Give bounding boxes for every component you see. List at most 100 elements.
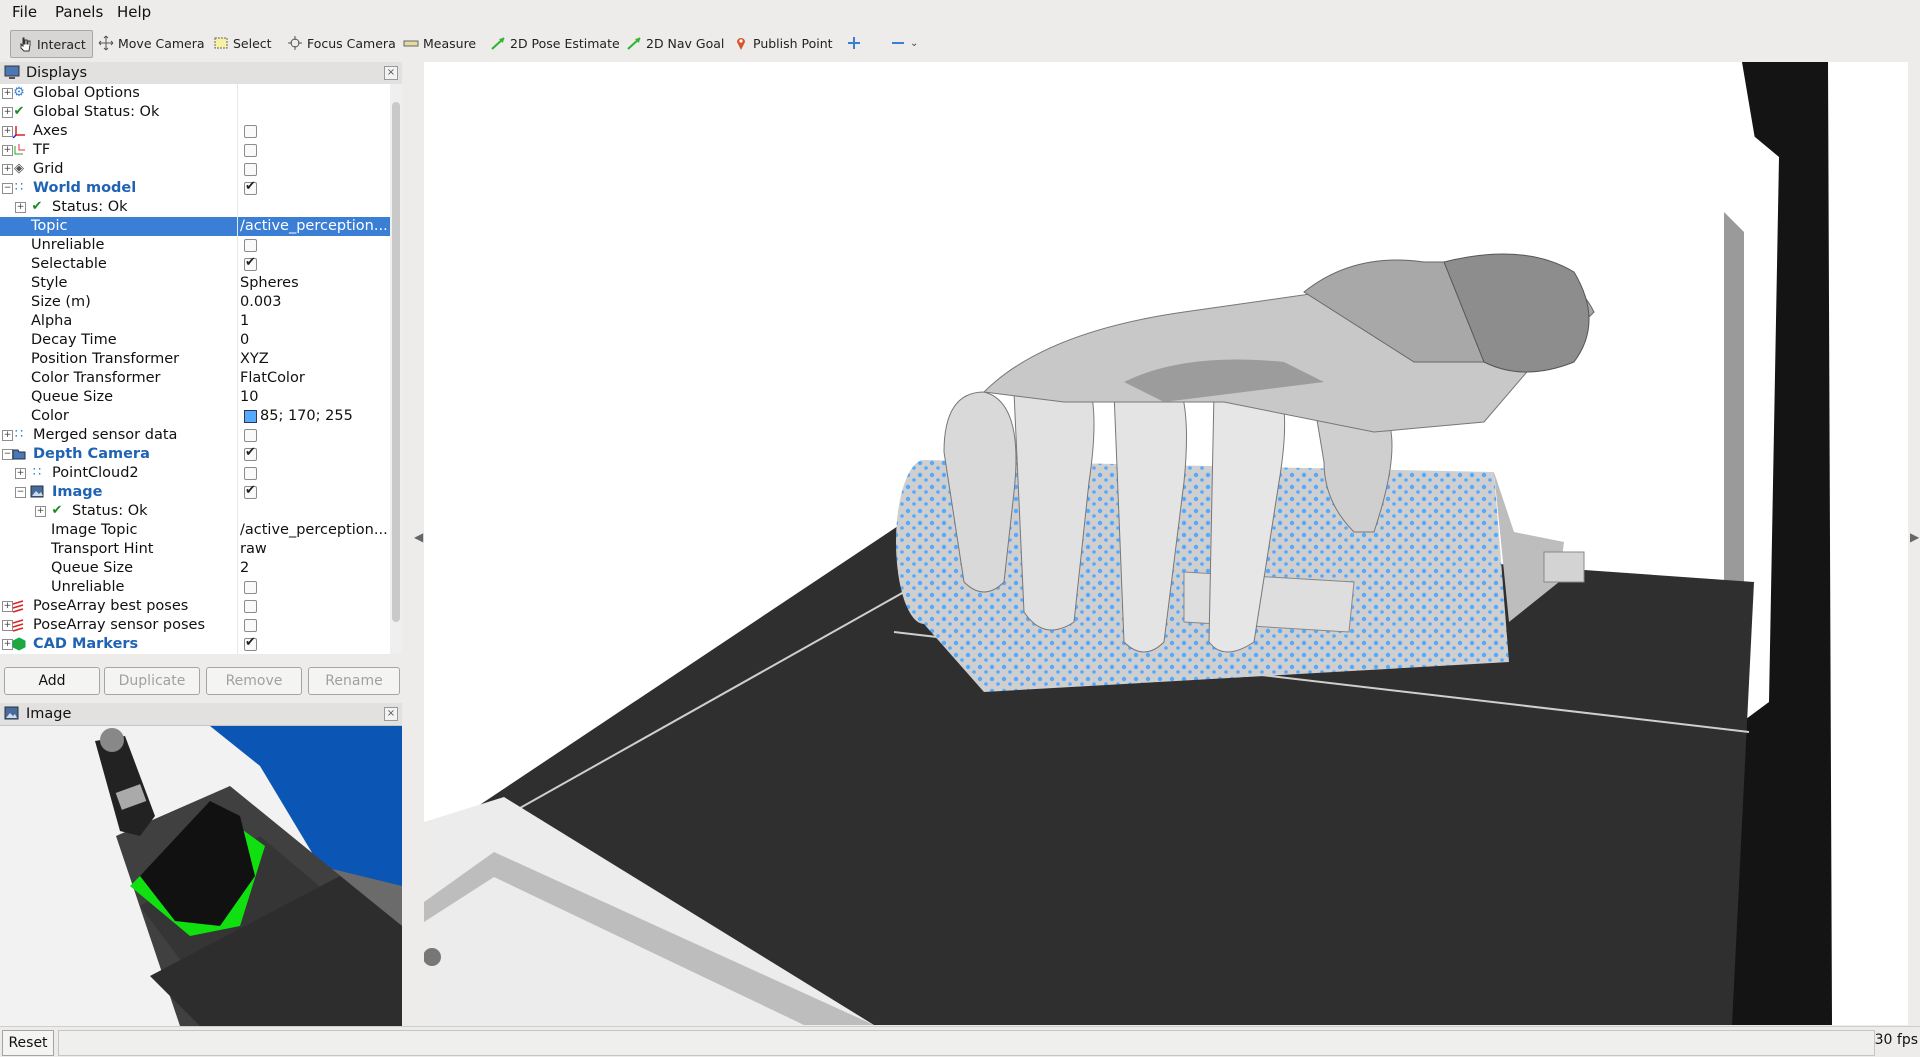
green-arrow-icon: [490, 35, 506, 51]
image-unreliable-checkbox[interactable]: [244, 581, 257, 594]
tree-row-queue-size[interactable]: Queue Size 10: [0, 388, 390, 407]
color-swatch[interactable]: [244, 410, 257, 423]
nav-goal-tool-button[interactable]: 2D Nav Goal: [626, 30, 724, 56]
tree-row-posearray-best[interactable]: + PoseArray best poses: [0, 597, 390, 616]
unreliable-checkbox[interactable]: [244, 239, 257, 252]
move-arrows-icon: [98, 35, 114, 51]
tree-row-color[interactable]: Color 85; 170; 255: [0, 407, 390, 426]
pose-array-icon: [12, 618, 26, 632]
pose-array-icon: [12, 599, 26, 613]
menu-panels[interactable]: Panels: [55, 3, 103, 21]
add-tool-button[interactable]: [846, 30, 866, 56]
duplicate-button[interactable]: Duplicate: [104, 667, 200, 695]
tree-row-pointcloud2[interactable]: + ∷ PointCloud2: [0, 464, 390, 483]
tree-row-global-status[interactable]: + ✔ Global Status: Ok: [0, 103, 390, 122]
interact-tool-button[interactable]: Interact: [10, 30, 93, 58]
toolbar: Interact Move Camera Select Focus Camera…: [0, 24, 1920, 60]
column-divider: [237, 84, 238, 654]
tree-row-selectable[interactable]: Selectable: [0, 255, 390, 274]
tree-row-world-model[interactable]: − ∷ World model: [0, 179, 390, 198]
remove-button[interactable]: Remove: [206, 667, 302, 695]
world-model-checkbox[interactable]: [244, 179, 257, 195]
tree-row-depth-camera[interactable]: − Depth Camera: [0, 445, 390, 464]
selectable-checkbox[interactable]: [244, 255, 257, 271]
tree-row-tf[interactable]: + TF: [0, 141, 390, 160]
tree-row-transport-hint[interactable]: Transport Hint raw: [0, 540, 390, 559]
measure-tool-button[interactable]: Measure: [403, 30, 476, 56]
cube-icon: [12, 637, 26, 651]
cad-markers-checkbox[interactable]: [244, 635, 257, 651]
expand-icon[interactable]: +: [15, 202, 26, 213]
posearray-best-checkbox[interactable]: [244, 600, 257, 613]
image-icon: [4, 706, 19, 724]
tree-row-status[interactable]: + ✔ Status: Ok: [0, 198, 390, 217]
collapse-icon[interactable]: −: [15, 487, 26, 498]
tree-row-position-transformer[interactable]: Position Transformer XYZ: [0, 350, 390, 369]
rename-button[interactable]: Rename: [308, 667, 400, 695]
pointcloud2-checkbox[interactable]: [244, 467, 257, 480]
pointcloud-icon: ∷: [14, 180, 24, 195]
focus-camera-tool-button[interactable]: Focus Camera: [287, 30, 396, 56]
tree-row-global-options[interactable]: + ⚙ Global Options: [0, 84, 390, 103]
tree-row-unreliable[interactable]: Unreliable: [0, 236, 390, 255]
tree-row-topic[interactable]: Topic /active_perception...: [0, 217, 390, 236]
tree-row-axes[interactable]: + Axes: [0, 122, 390, 141]
gear-icon: ⚙: [13, 85, 25, 100]
status-message-field: [58, 1030, 1875, 1056]
remove-tool-dropdown[interactable]: ⌄: [890, 30, 918, 56]
displays-panel-title: Displays: [26, 65, 88, 81]
displays-scrollbar[interactable]: [390, 84, 402, 654]
move-camera-tool-button[interactable]: Move Camera: [98, 30, 205, 56]
axes-checkbox[interactable]: [244, 125, 257, 138]
tree-row-image-topic[interactable]: Image Topic /active_perception...: [0, 521, 390, 540]
minus-icon: [890, 35, 906, 51]
tree-row-grid[interactable]: + ◈ Grid: [0, 160, 390, 179]
expand-icon[interactable]: +: [35, 506, 46, 517]
image-checkbox[interactable]: [244, 483, 257, 499]
tree-row-merged-sensor-data[interactable]: + ∷ Merged sensor data: [0, 426, 390, 445]
tree-row-posearray-sensor[interactable]: + PoseArray sensor poses: [0, 616, 390, 635]
checkmark-icon: ✔: [31, 199, 43, 214]
tree-row-image-unreliable[interactable]: Unreliable: [0, 578, 390, 597]
add-button[interactable]: Add: [4, 667, 100, 695]
expand-icon[interactable]: +: [15, 468, 26, 479]
tree-row-style[interactable]: Style Spheres: [0, 274, 390, 293]
3d-scene: [424, 62, 1908, 1025]
folder-icon: [12, 447, 26, 461]
checkmark-icon: ✔: [51, 503, 63, 518]
ruler-icon: [403, 35, 419, 51]
tree-row-image-status[interactable]: + ✔ Status: Ok: [0, 502, 390, 521]
pose-estimate-tool-button[interactable]: 2D Pose Estimate: [490, 30, 620, 56]
tree-row-decay-time[interactable]: Decay Time 0: [0, 331, 390, 350]
close-icon[interactable]: ×: [384, 66, 398, 80]
3d-viewport[interactable]: [424, 62, 1908, 1025]
menu-help[interactable]: Help: [117, 3, 151, 21]
displays-panel-header: Displays ×: [0, 62, 402, 85]
scrollbar-thumb[interactable]: [392, 102, 400, 622]
map-pin-icon: [733, 35, 749, 51]
tree-row-alpha[interactable]: Alpha 1: [0, 312, 390, 331]
menu-file[interactable]: File: [12, 3, 37, 21]
collapse-right-arrow-icon[interactable]: ▶: [1910, 530, 1919, 544]
grid-checkbox[interactable]: [244, 163, 257, 176]
merged-sensor-checkbox[interactable]: [244, 429, 257, 442]
tf-checkbox[interactable]: [244, 144, 257, 157]
hand-pointer-icon: [17, 36, 33, 52]
tree-row-color-transformer[interactable]: Color Transformer FlatColor: [0, 369, 390, 388]
tree-row-size[interactable]: Size (m) 0.003: [0, 293, 390, 312]
tree-row-image-queue-size[interactable]: Queue Size 2: [0, 559, 390, 578]
publish-point-tool-button[interactable]: Publish Point: [733, 30, 833, 56]
displays-tree: + ⚙ Global Options + ✔ Global Status: Ok…: [0, 84, 390, 654]
image-panel-header: Image ×: [0, 703, 402, 726]
image-panel-title: Image: [26, 706, 72, 722]
tree-row-image[interactable]: − Image: [0, 483, 390, 502]
status-bar: Reset 30 fps: [0, 1026, 1920, 1057]
reset-button[interactable]: Reset: [2, 1030, 54, 1056]
select-tool-button[interactable]: Select: [213, 30, 272, 56]
camera-image-view[interactable]: [0, 726, 402, 1026]
collapse-left-arrow-icon[interactable]: ◀: [414, 530, 423, 544]
posearray-sensor-checkbox[interactable]: [244, 619, 257, 632]
tree-row-cad-markers[interactable]: + CAD Markers: [0, 635, 390, 654]
depth-camera-checkbox[interactable]: [244, 445, 257, 461]
close-icon[interactable]: ×: [384, 707, 398, 721]
